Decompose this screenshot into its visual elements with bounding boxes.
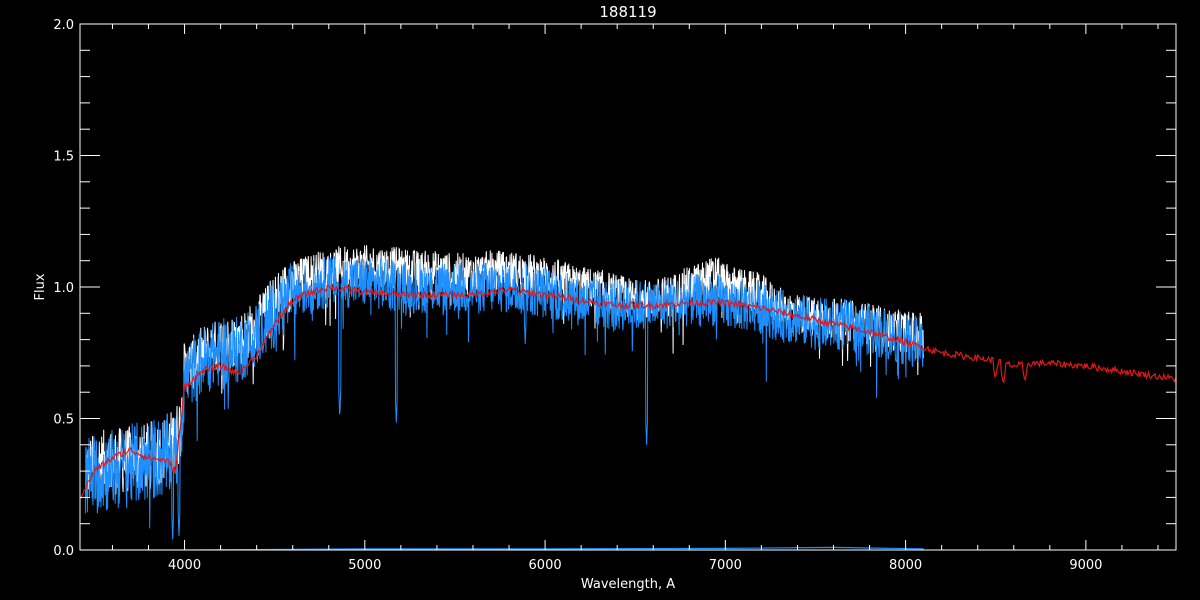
x-tick-label: 9000 (1069, 558, 1102, 573)
x-tick-label: 4000 (168, 558, 201, 573)
y-tick-label: 0.0 (53, 544, 74, 559)
spectrum-chart: 188119 4000 5000 6000 7000 8000 9000 0.0 0.5 1.… (0, 0, 1200, 600)
x-tick-label: 5000 (348, 558, 381, 573)
x-tick-label: 8000 (889, 558, 922, 573)
y-tick-label: 1.0 (53, 281, 74, 296)
x-axis-label: Wavelength, A (581, 577, 675, 592)
y-tick-label: 1.5 (53, 150, 74, 165)
chart-title: 188119 (599, 3, 656, 21)
y-axis-label: Flux (33, 273, 48, 300)
x-tick-label: 7000 (709, 558, 742, 573)
y-tick-label: 2.0 (53, 18, 74, 33)
x-tick-label: 6000 (529, 558, 562, 573)
y-tick-label: 0.5 (53, 413, 74, 428)
